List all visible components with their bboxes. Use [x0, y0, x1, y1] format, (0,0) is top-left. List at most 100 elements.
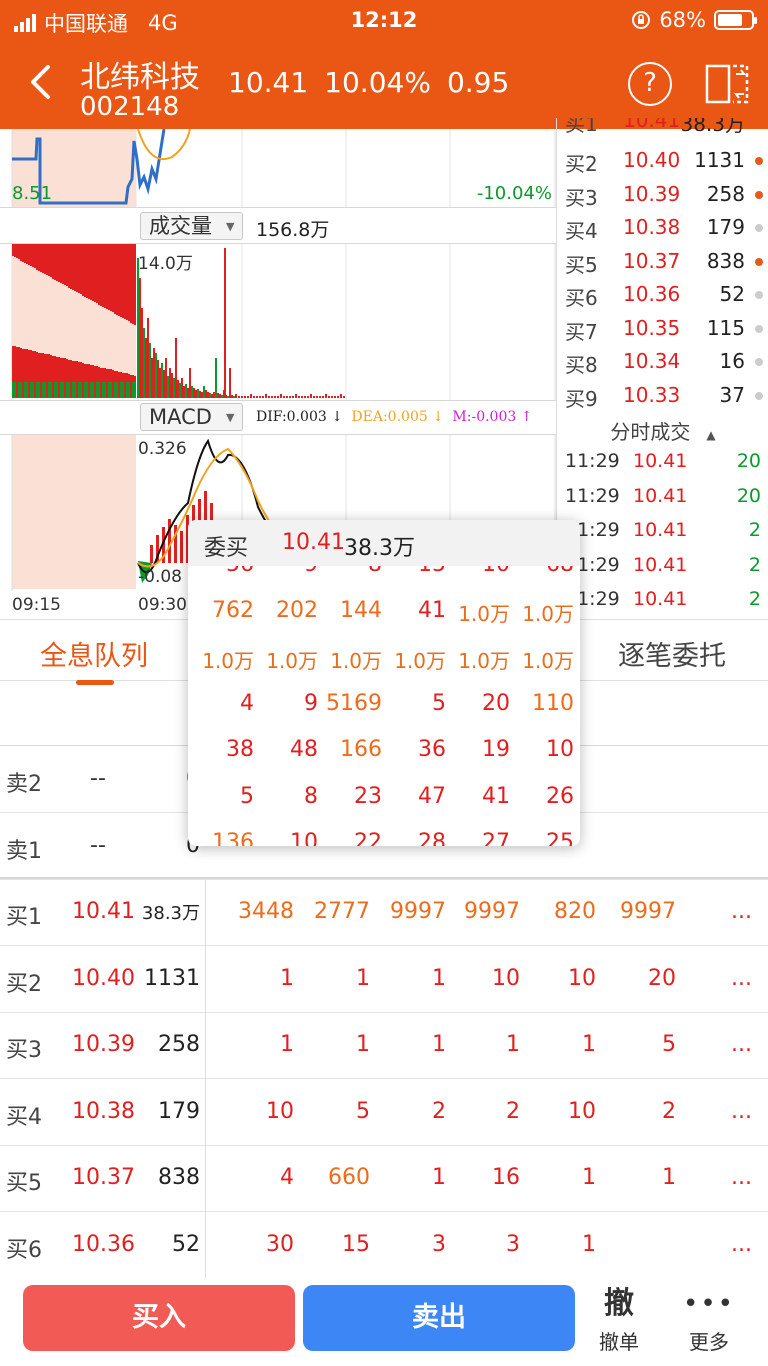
tick-row: 11:29 10.41 2	[557, 550, 768, 584]
order-dot-icon	[755, 391, 763, 400]
queue-row[interactable]: 买2 10.40 1131 1 1 1 10 10 20...	[0, 946, 768, 1013]
volume-bar	[46, 382, 48, 398]
queue-price: 10.36	[72, 1231, 135, 1257]
order-book-row[interactable]: 买5 10.37 838	[557, 245, 768, 278]
queue-more-icon[interactable]: ...	[731, 899, 752, 924]
volume-bar-gap	[68, 288, 70, 360]
volume-bar	[26, 382, 28, 398]
queue-cell: 1	[582, 1032, 596, 1057]
order-book-row[interactable]: 买6 10.36 52	[557, 278, 768, 311]
volume-bar	[66, 382, 68, 398]
ticks-header[interactable]: 分时成交 ▲	[557, 416, 768, 445]
order-book-row[interactable]: 买3 10.39 258	[557, 178, 768, 211]
queue-more-icon[interactable]: ...	[731, 966, 752, 991]
queue-cell: 3	[432, 1231, 446, 1257]
queue-row[interactable]: 买6 10.36 52 30 15 3 3 1...	[0, 1212, 768, 1279]
popup-cell: 56	[192, 566, 254, 577]
volume-panel	[11, 244, 556, 400]
popup-cell: 1.0万	[266, 648, 318, 673]
bid-queue-popup[interactable]: 委买 10.41 38.3万 5698151068762202144411.0万…	[188, 520, 580, 846]
volume-bar-gap	[108, 310, 110, 369]
tab-order-by-order[interactable]: 逐笔委托	[618, 634, 726, 673]
volume-bar	[280, 394, 282, 398]
volume-bar-gap	[60, 283, 62, 358]
queue-row[interactable]: 买3 10.39 258 1 1 1 1 1 5...	[0, 1012, 768, 1079]
collapse-triangle-icon: ▲	[706, 428, 716, 442]
more-button[interactable]: ••• 更多	[674, 1286, 744, 1355]
back-icon[interactable]	[26, 64, 54, 100]
volume-bar-gap	[92, 301, 94, 365]
order-book-row[interactable]: 买4 10.38 179	[557, 211, 768, 244]
time-open-label: 09:30	[138, 595, 187, 615]
queue-more-icon[interactable]: ...	[731, 1032, 752, 1057]
volume-bar-gap	[106, 309, 108, 369]
header: 中国联通 4G 12:12 68% 北纬科技 002148 10.41 10.0…	[0, 0, 768, 129]
queue-cell: 10	[568, 1098, 596, 1124]
status-right: 68%	[631, 8, 757, 32]
order-book-row[interactable]: 买7 10.35 115	[557, 312, 768, 345]
volume-bar	[322, 396, 324, 398]
order-price: 10.34	[623, 349, 681, 373]
queue-more-icon[interactable]: ...	[731, 1165, 752, 1190]
volume-bar	[64, 382, 66, 398]
volume-bar-gap	[12, 256, 14, 346]
sell-button[interactable]: 卖出	[303, 1285, 575, 1351]
queue-more-icon[interactable]: ...	[731, 1232, 752, 1257]
queue-cell: 1	[582, 1231, 596, 1257]
volume-bar	[217, 393, 219, 398]
volume-bar	[211, 394, 213, 398]
popup-cell: 48	[290, 737, 318, 763]
volume-bar	[24, 382, 26, 398]
separator	[0, 207, 556, 208]
price-low-label: 8.51	[12, 183, 53, 204]
queue-cell: 30	[266, 1231, 294, 1257]
volume-bar-gap	[124, 319, 126, 373]
order-dot-icon	[755, 324, 763, 333]
more-label: 更多	[689, 1330, 729, 1354]
volume-bar	[12, 382, 14, 398]
volume-bar	[207, 392, 209, 398]
volume-bar-gap	[42, 273, 44, 353]
tick-price: 10.41	[633, 484, 688, 507]
tab-full-queue[interactable]: 全息队列	[40, 634, 148, 685]
tick-row: 11:29 10.41 20	[557, 446, 768, 480]
switch-layout-icon[interactable]	[704, 60, 750, 106]
cancel-order-button[interactable]: 撤 撤单	[584, 1286, 654, 1355]
queue-volume: 38.3万	[141, 903, 200, 924]
queue-price: 10.40	[72, 965, 135, 991]
order-book-row[interactable]: 买9 10.33 37	[557, 379, 768, 412]
volume-bar	[106, 382, 108, 398]
queue-label: 买4	[6, 1104, 42, 1130]
volume-indicator-select[interactable]: 成交量 ▼	[140, 212, 244, 240]
buy-button[interactable]: 买入	[23, 1285, 295, 1351]
queue-row[interactable]: 买4 10.38 179 10 5 2 2 10 2...	[0, 1079, 768, 1146]
volume-bar	[76, 382, 78, 398]
queue-row[interactable]: 买1 10.41 38.3万 3448 2777 9997 9997 820 9997...	[0, 879, 768, 946]
order-book-row[interactable]: 买2 10.40 1131	[557, 144, 768, 177]
volume-bar	[289, 396, 291, 398]
help-icon[interactable]: ?	[628, 62, 672, 106]
order-dot-icon	[755, 291, 763, 299]
popup-cell: 8	[304, 783, 318, 809]
popup-cell: 28	[418, 829, 446, 846]
cancel-label: 撤单	[599, 1330, 639, 1354]
down-arrow-icon: ↓	[326, 409, 348, 425]
queue-cell: 2777	[314, 899, 370, 924]
volume-bar	[244, 396, 246, 398]
macd-indicator-select[interactable]: MACD ▼	[140, 403, 244, 431]
volume-bar	[36, 382, 38, 398]
volume-bar	[193, 388, 195, 398]
queue-cell: 9997	[464, 899, 520, 924]
volume-bar	[233, 396, 235, 398]
volume-bar-gap	[84, 297, 86, 364]
volume-bar	[310, 394, 312, 398]
queue-more-icon[interactable]: ...	[731, 1099, 752, 1124]
popup-cell: 762	[212, 598, 254, 624]
queue-row[interactable]: 买5 10.37 838 4 660 1 16 1 1...	[0, 1145, 768, 1212]
order-dot-icon	[755, 190, 763, 199]
volume-bar	[173, 378, 175, 398]
volume-bar-gap	[82, 296, 84, 363]
order-book-row[interactable]: 买8 10.34 16	[557, 345, 768, 378]
volume-bar	[94, 382, 96, 398]
queue-volume: 52	[172, 1231, 200, 1257]
